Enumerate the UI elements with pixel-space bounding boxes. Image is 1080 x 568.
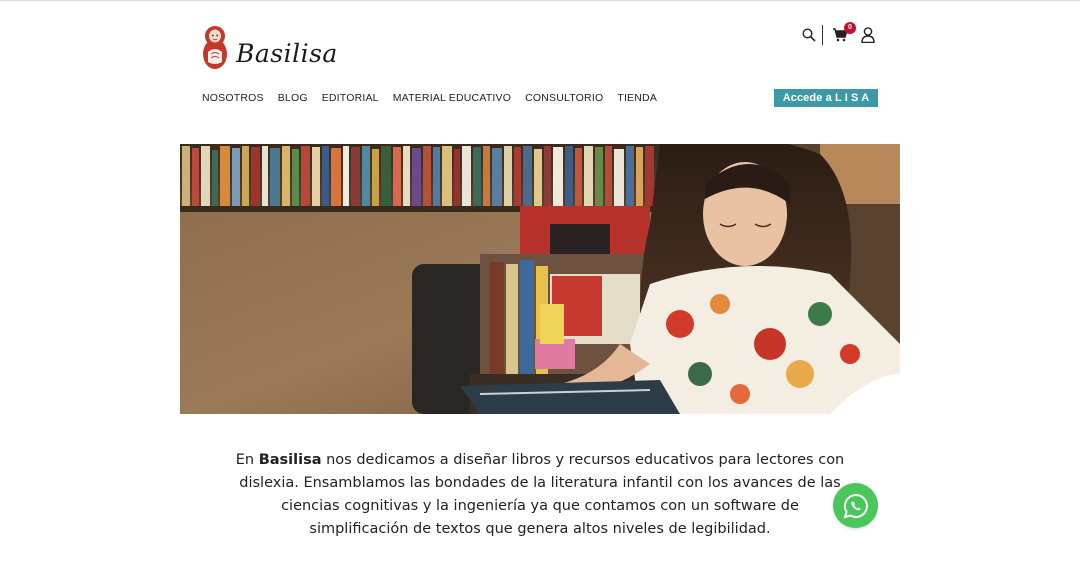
hero-illustration bbox=[180, 144, 900, 414]
intro-brand: Basilisa bbox=[258, 452, 322, 468]
matryoshka-doll-icon bbox=[203, 26, 227, 69]
intro-text: nos dedicamos a diseñar libros y recurso… bbox=[239, 452, 845, 537]
search-icon[interactable] bbox=[800, 25, 818, 45]
main-nav: NOSOTROS BLOG EDITORIAL MATERIAL EDUCATI… bbox=[202, 91, 671, 105]
top-border bbox=[0, 0, 1080, 1]
user-icon[interactable] bbox=[859, 25, 877, 45]
icon-divider bbox=[822, 25, 823, 45]
cart-count-badge: 0 bbox=[844, 22, 856, 34]
nav-item-blog[interactable]: BLOG bbox=[278, 91, 308, 105]
nav-item-material-educativo[interactable]: MATERIAL EDUCATIVO bbox=[393, 91, 511, 105]
whatsapp-icon bbox=[843, 493, 868, 518]
whatsapp-button[interactable] bbox=[833, 483, 878, 528]
accede-a-lisa-button[interactable]: Accede a L I S A bbox=[774, 89, 878, 107]
hero-image bbox=[180, 144, 900, 414]
intro-prefix: En bbox=[235, 452, 259, 468]
logo-text: Basilisa bbox=[236, 39, 338, 68]
nav-item-nosotros[interactable]: NOSOTROS bbox=[202, 91, 264, 105]
nav-item-editorial[interactable]: EDITORIAL bbox=[322, 91, 379, 105]
intro-paragraph: En Basilisa nos dedicamos a diseñar libr… bbox=[230, 449, 850, 541]
logo[interactable]: Basilisa bbox=[202, 24, 338, 70]
header-actions: 0 bbox=[800, 22, 877, 46]
nav-item-consultorio[interactable]: CONSULTORIO bbox=[525, 91, 603, 105]
cart-icon[interactable]: 0 bbox=[829, 22, 856, 45]
nav-item-tienda[interactable]: TIENDA bbox=[617, 91, 657, 105]
